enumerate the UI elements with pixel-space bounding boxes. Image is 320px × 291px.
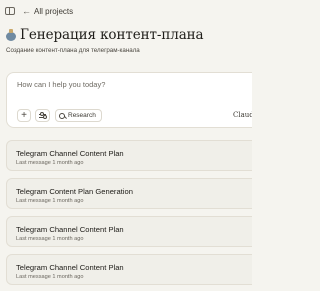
- plus-icon: +: [21, 109, 27, 121]
- back-to-projects-link[interactable]: ← All projects: [22, 5, 74, 16]
- project-header: Генерация контент-плана: [5, 27, 204, 43]
- top-bar: ← All projects: [5, 4, 73, 18]
- back-link-label: All projects: [34, 6, 74, 16]
- chat-last-message: Last message 1 month ago: [16, 198, 84, 204]
- project-page: ← All projects Генерация контент-плана С…: [0, 0, 252, 291]
- chat-title: Telegram Channel Content Plan: [16, 149, 124, 158]
- chat-title: Telegram Channel Content Plan: [16, 225, 124, 234]
- model-selector[interactable]: Claude: [233, 111, 252, 119]
- arrow-left-icon: ←: [22, 5, 31, 16]
- chat-last-message: Last message 1 month ago: [16, 274, 84, 280]
- chat-title: Telegram Channel Content Plan: [16, 263, 124, 272]
- message-composer: + Research Claude: [6, 72, 252, 128]
- research-button[interactable]: Research: [55, 109, 102, 122]
- project-description: Создание контент-плана для телеграм-кана…: [6, 47, 140, 54]
- chat-item[interactable]: Telegram Channel Content Plan Last messa…: [6, 216, 252, 247]
- chat-item[interactable]: Telegram Content Plan Generation Last me…: [6, 178, 252, 209]
- sidebar-toggle-icon[interactable]: [5, 7, 15, 15]
- add-attachment-button[interactable]: +: [17, 109, 31, 122]
- research-label: Research: [68, 112, 96, 119]
- tools-button[interactable]: [35, 109, 50, 122]
- chat-last-message: Last message 1 month ago: [16, 160, 84, 166]
- message-input[interactable]: [17, 80, 237, 89]
- chat-item[interactable]: Telegram Channel Content Plan Last messa…: [6, 140, 252, 171]
- chat-last-message: Last message 1 month ago: [16, 236, 84, 242]
- chat-title: Telegram Content Plan Generation: [16, 187, 133, 196]
- search-icon: [59, 112, 65, 119]
- chat-item[interactable]: Telegram Channel Content Plan Last messa…: [6, 254, 252, 285]
- page-title: Генерация контент-плана: [20, 27, 204, 43]
- project-icon: [5, 29, 17, 41]
- sliders-icon: [39, 112, 47, 119]
